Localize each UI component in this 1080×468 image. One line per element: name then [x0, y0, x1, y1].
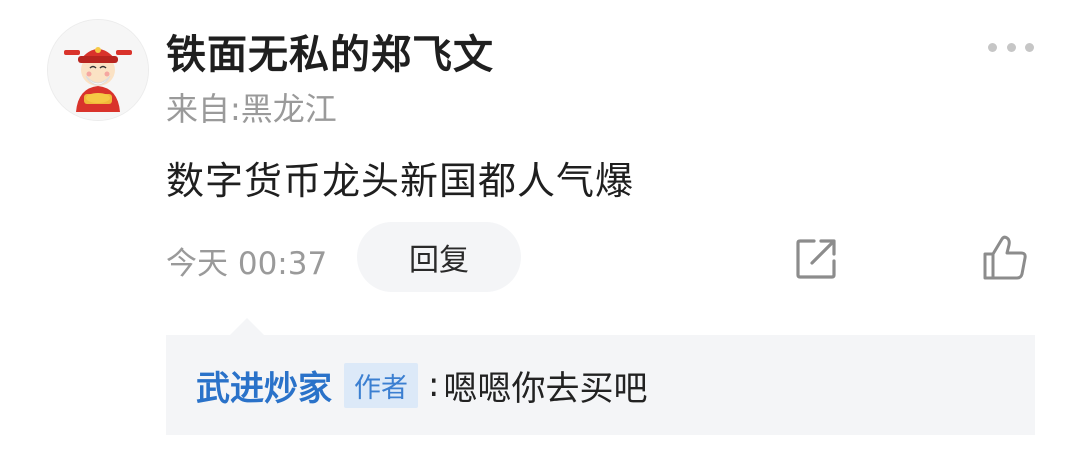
post-time: 今天 00:37: [166, 246, 328, 282]
author-badge: 作者: [344, 362, 418, 408]
reply-separator: :: [428, 365, 440, 405]
reply-text: 嗯嗯你去买吧: [443, 368, 648, 409]
share-icon[interactable]: [792, 235, 840, 283]
more-dot: [988, 42, 997, 52]
reply-author[interactable]: 武进炒家: [196, 361, 332, 410]
post-content: 数字货币龙头新国都人气爆: [166, 159, 635, 203]
reply-box-pointer: [230, 318, 264, 335]
more-dot: [1006, 42, 1016, 52]
avatar[interactable]: [47, 19, 149, 121]
post-location: 来自:黑龙江: [166, 90, 337, 128]
reply-button[interactable]: 回复: [357, 222, 521, 292]
reply-line: 武进炒家 作者 : 嗯嗯你去买吧: [196, 335, 647, 435]
avatar-image: [48, 20, 148, 120]
thumbs-up-icon[interactable]: [980, 233, 1030, 283]
more-dots-icon[interactable]: [988, 38, 1034, 56]
more-dot: [1025, 42, 1034, 52]
reply-box: 武进炒家 作者 : 嗯嗯你去买吧: [166, 335, 1035, 435]
post-username[interactable]: 铁面无私的郑飞文: [166, 22, 494, 80]
